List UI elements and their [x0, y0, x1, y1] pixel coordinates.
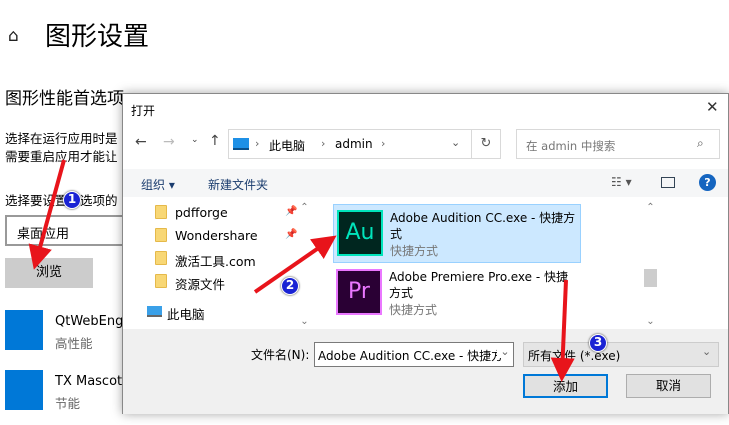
arrow-1 — [28, 159, 66, 270]
annotation-arrows — [28, 159, 575, 382]
step-badge-1: 1 — [63, 191, 81, 209]
arrow-3 — [550, 279, 575, 382]
step-badge-2: 2 — [281, 277, 299, 295]
step-badge-3: 3 — [589, 334, 607, 352]
